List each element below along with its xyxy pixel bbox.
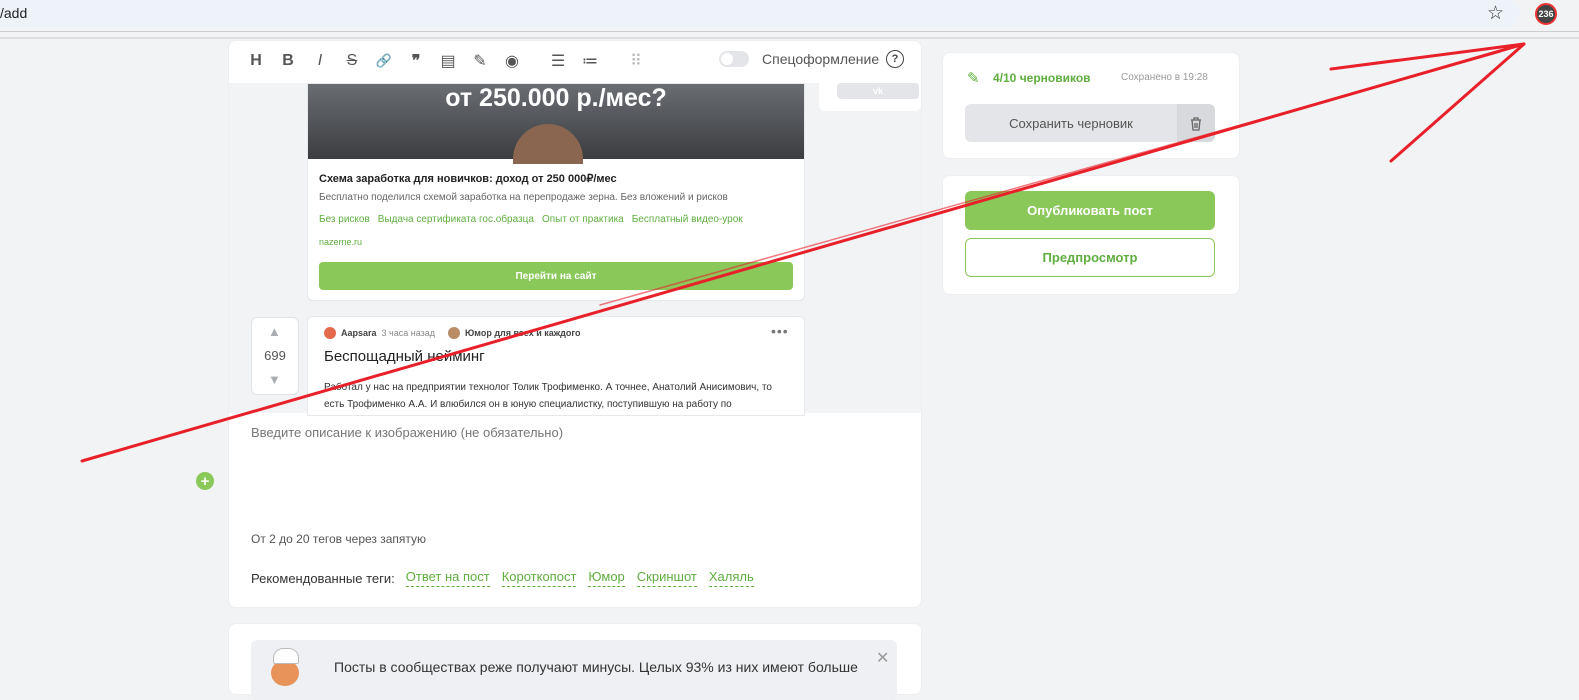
arrow-head-lower [1389,42,1526,163]
annotation-arrow [80,42,1526,463]
arrow-head-upper [1329,42,1526,71]
arrow-shaft-echo [599,51,1501,306]
